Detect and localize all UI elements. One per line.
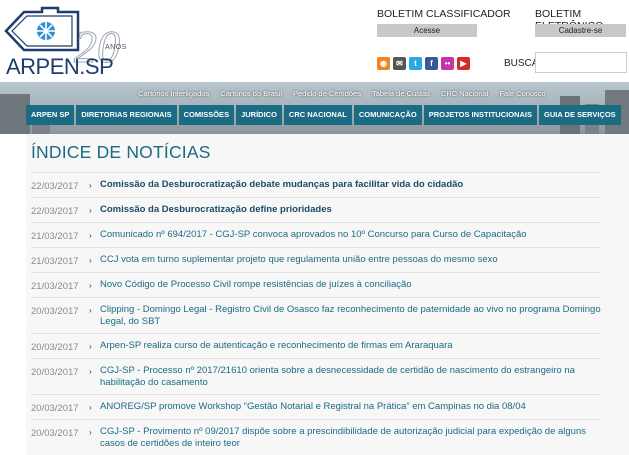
boletim-classificador-label: BOLETIM CLASSIFICADOR [377, 8, 511, 20]
news-row: 21/03/2017 › CCJ vota em turno suplementar… [31, 247, 601, 272]
news-date: 22/03/2017 [31, 206, 79, 217]
top-link[interactable]: Fale Conosco [499, 89, 545, 98]
news-date: 20/03/2017 [31, 342, 79, 353]
news-date: 20/03/2017 [31, 367, 79, 378]
news-row: 21/03/2017 › Comunicado nº 694/2017 - CGJ-… [31, 222, 601, 247]
twitter-icon[interactable]: t [409, 57, 422, 70]
main-navigation: ARPEN SP DIRETORIAS REGIONAIS COMISSÕES JUR… [26, 105, 623, 125]
news-link[interactable]: Comissão da Desburocratização debate mud… [100, 179, 463, 191]
nav-item[interactable]: CRC NACIONAL [283, 105, 352, 125]
arpen-sp-logo[interactable]: 20 ANOS ARPEN.SP [2, 4, 132, 79]
top-link[interactable]: Tabela de Custas [372, 89, 430, 98]
arpen-house-icon [4, 6, 80, 52]
nav-item[interactable]: JURÍDICO [236, 105, 282, 125]
news-link[interactable]: Novo Código de Processo Civil rompe resi… [100, 279, 412, 291]
news-row: 22/03/2017 › Comissão da Desburocratização… [31, 197, 601, 222]
nav-item[interactable]: COMISSÕES [178, 105, 235, 125]
news-row: 20/03/2017 › CGJ-SP - Provimento nº 09/201… [31, 419, 601, 455]
news-date: 21/03/2017 [31, 231, 79, 242]
news-row: 21/03/2017 › Novo Código de Processo Civil… [31, 272, 601, 297]
anniversary-label: ANOS [105, 44, 127, 51]
nav-item[interactable]: ARPEN SP [26, 105, 75, 125]
news-row: 20/03/2017 › ANOREG/SP promove Workshop “G… [31, 394, 601, 419]
news-row: 20/03/2017 › CGJ-SP - Processo nº 2017/216… [31, 358, 601, 394]
social-links: ◉ ✉ t f •• ▶ [377, 57, 470, 70]
content-area: ÍNDICE DE NOTÍCIAS 22/03/2017 › Comissão d… [26, 134, 629, 455]
chevron-right-icon: › [89, 428, 92, 437]
site-header: 20 ANOS ARPEN.SP BOLETIM CLASSIFICADOR A… [0, 0, 629, 82]
rss-icon[interactable]: ◉ [377, 57, 390, 70]
news-link[interactable]: CGJ-SP - Processo nº 2017/21610 orienta … [100, 365, 601, 389]
chevron-right-icon: › [89, 367, 92, 376]
chevron-right-icon: › [89, 281, 92, 290]
top-link[interactable]: Cartórios Interligados [138, 89, 209, 98]
logo-wordmark: ARPEN.SP [6, 54, 114, 79]
news-link[interactable]: Comissão da Desburocratização define pri… [100, 204, 332, 216]
news-link[interactable]: CCJ vota em turno suplementar projeto qu… [100, 254, 498, 266]
top-link[interactable]: Cartórios do Brasil [220, 89, 282, 98]
chevron-right-icon: › [89, 256, 92, 265]
news-row: 20/03/2017 › Clipping - Domingo Legal - Re… [31, 297, 601, 333]
email-icon[interactable]: ✉ [393, 57, 406, 70]
nav-item[interactable]: DIRETORIAS REGIONAIS [76, 105, 177, 125]
news-link[interactable]: ANOREG/SP promove Workshop “Gestão Notar… [100, 401, 526, 413]
news-row: 20/03/2017 › Arpen-SP realiza curso de aut… [31, 333, 601, 358]
news-date: 20/03/2017 [31, 428, 79, 439]
news-row: 22/03/2017 › Comissão da Desburocratização… [31, 172, 601, 197]
news-date: 20/03/2017 [31, 306, 79, 317]
chevron-right-icon: › [89, 306, 92, 315]
news-date: 21/03/2017 [31, 256, 79, 267]
nav-item[interactable]: COMUNICAÇÃO [353, 105, 422, 125]
top-link[interactable]: Pedido de Certidões [293, 89, 361, 98]
nav-item[interactable]: GUIA DE SERVIÇOS [538, 105, 621, 125]
youtube-icon[interactable]: ▶ [457, 57, 470, 70]
top-links: Cartórios Interligados Cartórios do Brasi… [138, 89, 557, 98]
chevron-right-icon: › [89, 206, 92, 215]
chevron-right-icon: › [89, 403, 92, 412]
chevron-right-icon: › [89, 181, 92, 190]
flickr-icon[interactable]: •• [441, 57, 454, 70]
acesse-button[interactable]: Acesse [377, 24, 477, 37]
page-title: ÍNDICE DE NOTÍCIAS [31, 142, 211, 162]
news-link[interactable]: Comunicado nº 694/2017 - CGJ-SP convoca … [100, 229, 527, 241]
nav-item[interactable]: PROJETOS INSTITUCIONAIS [423, 105, 537, 125]
news-link[interactable]: Clipping - Domingo Legal - Registro Civi… [100, 304, 601, 328]
search-input[interactable] [535, 52, 627, 73]
news-link[interactable]: Arpen-SP realiza curso de autenticação e… [100, 340, 453, 352]
top-link[interactable]: CRC Nacional [441, 89, 489, 98]
news-link[interactable]: CGJ-SP - Provimento nº 09/2017 dispõe so… [100, 426, 601, 450]
facebook-icon[interactable]: f [425, 57, 438, 70]
news-date: 21/03/2017 [31, 281, 79, 292]
news-list: 22/03/2017 › Comissão da Desburocratização… [31, 172, 601, 455]
search-label: BUSCA [504, 58, 539, 69]
chevron-right-icon: › [89, 342, 92, 351]
news-date: 22/03/2017 [31, 181, 79, 192]
chevron-right-icon: › [89, 231, 92, 240]
cadastre-se-button[interactable]: Cadastre-se [535, 24, 626, 37]
news-date: 20/03/2017 [31, 403, 79, 414]
